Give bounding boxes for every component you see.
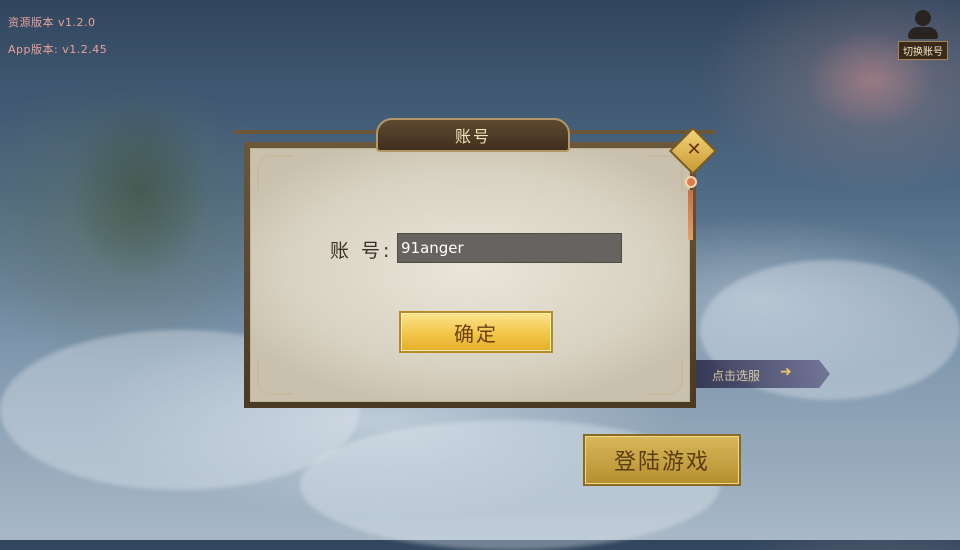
login-game-label: 登陆游戏 bbox=[613, 450, 710, 475]
user-icon bbox=[893, 10, 953, 39]
arrow-right-icon: ➜ bbox=[780, 364, 792, 380]
confirm-label: 确定 bbox=[454, 321, 498, 346]
corner-ornament bbox=[257, 155, 293, 191]
account-dialog bbox=[244, 142, 696, 408]
corner-ornament bbox=[647, 359, 683, 395]
server-select-label: 点击选服 bbox=[712, 369, 761, 383]
title-ornament-left bbox=[234, 130, 384, 134]
dialog-title: 账号 bbox=[376, 118, 570, 152]
server-select-tab[interactable]: 点击选服 ➜ bbox=[694, 360, 830, 388]
dialog-panel bbox=[250, 148, 690, 402]
app-version-text: App版本: v1.2.45 bbox=[8, 43, 108, 56]
tassel-bead bbox=[685, 176, 697, 188]
close-icon[interactable]: ✕ bbox=[682, 138, 706, 162]
confirm-button[interactable]: 确定 bbox=[399, 311, 553, 353]
switch-account-label: 切换账号 bbox=[898, 41, 948, 60]
switch-account-button[interactable]: 切换账号 bbox=[893, 6, 953, 60]
dialog-title-text: 账号 bbox=[454, 127, 491, 146]
background-mountain bbox=[40, 60, 240, 320]
account-field-label: 账 号: bbox=[330, 240, 393, 262]
tassel-cord bbox=[688, 190, 693, 240]
account-input[interactable] bbox=[397, 233, 622, 263]
login-game-button[interactable]: 登陆游戏 bbox=[583, 434, 741, 486]
corner-ornament bbox=[257, 359, 293, 395]
resource-version-text: 资源版本 v1.2.0 bbox=[8, 16, 96, 29]
